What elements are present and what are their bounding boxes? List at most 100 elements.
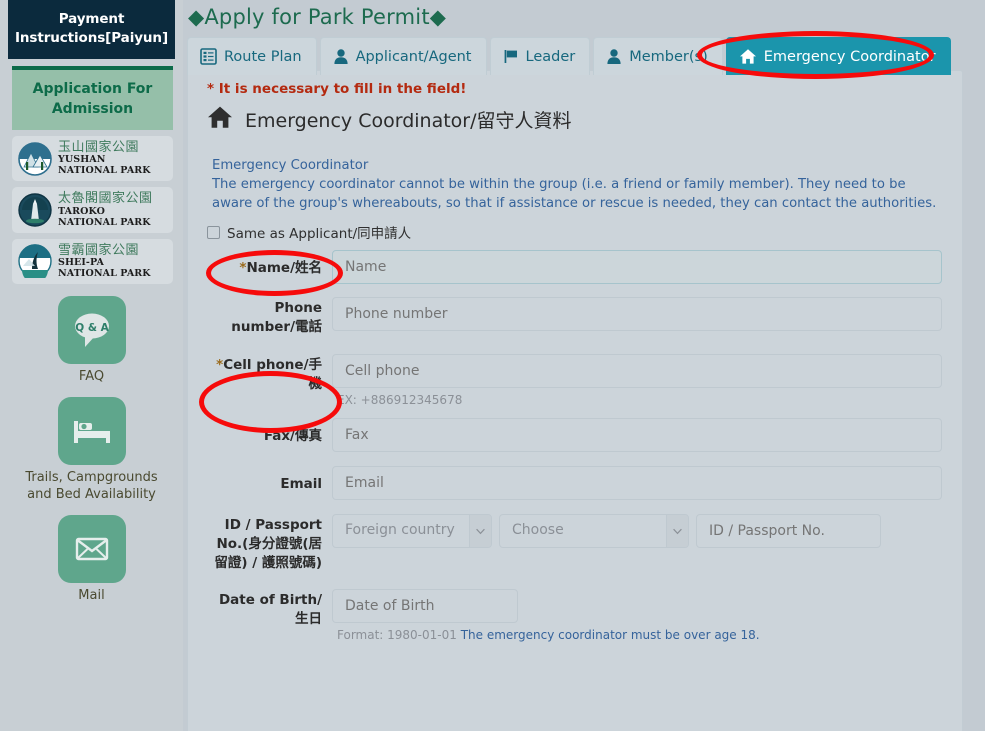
sheipa-park-name-cn: 雪霸國家公園 [58,242,140,258]
flag-icon [503,48,519,65]
country-choose-select-value: Choose [512,522,564,538]
date-of-birth-hint: Format: 1980-01-01 The emergency coordin… [332,623,942,643]
id-passport-label-line-1: ID / Passport [224,517,322,533]
sidebar-application-for-admission-button[interactable]: Application For Admission [12,66,173,130]
phone-label-line-1: Phone [274,300,322,316]
sidebar: Payment Instructions[Paiyun] Application… [0,0,183,731]
name-control [332,250,962,284]
form-row-cell-phone: *Cell phone/手 機 EX: +886912345678 [188,354,962,408]
date-of-birth-control: Format: 1980-01-01 The emergency coordin… [332,589,962,643]
sidebar-payment-instructions-button[interactable]: Payment Instructions[Paiyun] [8,0,175,59]
form-row-date-of-birth: Date of Birth/ 生日 Format: 1980-01-01 The… [188,589,962,643]
tab-leader-label: Leader [525,48,576,65]
tab-route-plan-label: Route Plan [224,48,302,65]
taroko-park-text: 太魯閣國家公園 TAROKO NATIONAL PARK [58,191,153,228]
tab-emergency-coordinator[interactable]: Emergency Coordinator [725,37,951,75]
fax-input[interactable] [332,418,942,452]
fax-label: Fax/傳真 [263,428,322,444]
tab-members-label: Member(s) [629,48,708,65]
intro-line-1: The emergency coordinator cannot be with… [212,177,906,192]
form-row-email: Email [188,466,962,500]
emergency-coordinator-form: *Name/姓名 Phone number/電話 [188,242,962,643]
form-row-name: *Name/姓名 [188,250,962,284]
application-admission-label: Application For Admission [32,81,153,117]
sidebar-item-sheipa-national-park[interactable]: 雪霸國家公園 SHEI-PA NATIONAL PARK [12,238,173,284]
cell-phone-label: *Cell phone/手 機 [207,354,332,394]
taroko-park-name-cn: 太魯閣國家公園 [58,191,153,207]
name-label: *Name/姓名 [207,250,332,278]
name-input[interactable] [332,250,942,284]
app-root: Payment Instructions[Paiyun] Application… [0,0,985,731]
tab-applicant-agent[interactable]: Applicant/Agent [319,37,487,75]
chevron-down-icon [469,515,491,547]
main-content: ◆Apply for Park Permit◆ Route Plan Appli… [183,0,985,731]
yushan-park-name-en-1: YUSHAN [58,154,106,166]
tab-members[interactable]: Member(s) [593,37,723,75]
yushan-park-logo [18,141,52,176]
phone-label-line-2: number/電話 [231,319,322,335]
trails-campgrounds-label: Trails, Campgrounds and Bed Availability [25,469,158,502]
cell-phone-hint: EX: +886912345678 [337,393,463,407]
id-passport-number-input[interactable] [696,514,881,548]
tab-leader[interactable]: Leader [489,37,591,75]
form-row-id-passport: ID / Passport No.(身分證號(居 留證) / 護照號碼) For… [188,514,962,573]
cell-label-line-1: *Cell phone/手 [207,356,322,375]
id-passport-label-line-3: 留證) / 護照號碼) [214,555,322,571]
tab-route-plan[interactable]: Route Plan [187,37,317,75]
home-icon [207,105,233,134]
country-choose-select[interactable]: Choose [499,514,689,548]
sheipa-park-name-en-2: NATIONAL PARK [58,267,151,279]
page-title: ◆Apply for Park Permit◆ [188,5,447,29]
emergency-coordinator-panel: * It is necessary to fill in the field! … [187,70,963,731]
id-passport-label-line-2: No.(身分證號(居 [216,536,322,552]
id-passport-control: Foreign country Choose [332,514,962,548]
same-as-applicant-checkbox[interactable] [207,225,220,239]
page-section-title: Emergency Coordinator/留守人資料 [245,110,572,132]
qa-speech-bubble-icon: Q & A [57,295,126,364]
user-icon [606,48,622,65]
name-label-text: Name/姓名 [246,260,322,276]
form-row-phone: Phone number/電話 [188,297,962,337]
sidebar-item-yushan-national-park[interactable]: 玉山國家公園 YUSHAN NATIONAL PARK [12,136,173,182]
fax-control [332,418,962,452]
email-input[interactable] [332,466,942,500]
dob-label-line-1: Date of Birth/ [218,592,322,608]
yushan-park-name-cn: 玉山國家公園 [58,140,140,155]
mail-label: Mail [78,587,105,603]
id-passport-label: ID / Passport No.(身分證號(居 留證) / 護照號碼) [207,514,332,573]
svg-text:Q & A: Q & A [75,322,109,334]
cell-phone-control: EX: +886912345678 [332,354,962,408]
sidebar-item-trails-campgrounds-beds[interactable]: Trails, Campgrounds and Bed Availability [0,396,183,503]
date-of-birth-input[interactable] [332,589,518,623]
yushan-park-name-en-2: NATIONAL PARK [58,165,151,177]
faq-label: FAQ [78,368,105,384]
dob-format-hint: Format: 1980-01-01 [337,628,457,642]
chevron-down-icon [666,515,688,547]
taroko-park-logo [18,193,52,227]
form-row-fax: Fax/傳真 [188,418,962,452]
envelope-icon [57,514,126,583]
cell-phone-input[interactable] [332,354,942,388]
sheipa-park-name-en-1: SHEI-PA [58,256,104,268]
date-of-birth-label: Date of Birth/ 生日 [207,589,332,629]
same-as-applicant-row[interactable]: Same as Applicant/同申請人 [188,213,962,242]
sidebar-item-faq[interactable]: Q & A FAQ [0,295,183,385]
sidebar-item-taroko-national-park[interactable]: 太魯閣國家公園 TAROKO NATIONAL PARK [12,187,173,233]
same-as-applicant-label: Same as Applicant/同申請人 [227,226,412,242]
phone-number-input[interactable] [332,297,942,331]
country-type-select[interactable]: Foreign country [332,514,492,548]
sidebar-item-mail[interactable]: Mail [0,514,183,604]
email-control [332,466,962,500]
cell-label-text: Cell phone/手 [223,357,322,373]
email-label: Email [280,476,322,492]
cell-label-line-2: 機 [308,376,323,392]
list-icon [200,48,217,65]
intro-line-2: aware of the group's whereabouts, so tha… [212,196,937,211]
id-passport-select-row: Foreign country Choose [332,514,942,548]
tab-emergency-coordinator-label: Emergency Coordinator [763,48,936,65]
tab-applicant-agent-label: Applicant/Agent [355,48,472,65]
taroko-park-name-en-1: TAROKO [58,205,105,217]
yushan-park-text: 玉山國家公園 YUSHAN NATIONAL PARK [58,140,151,177]
intro-text-block: Emergency Coordinator The emergency coor… [188,134,962,213]
dob-label-line-2: 生日 [295,611,322,627]
